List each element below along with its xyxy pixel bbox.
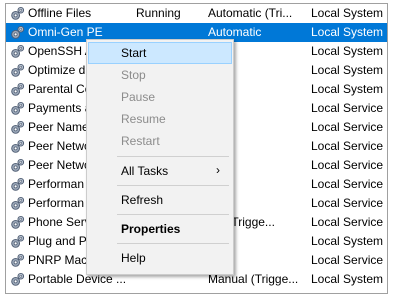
menu-item-stop-label: Stop	[121, 68, 146, 82]
menu-item-restart[interactable]: Restart	[88, 130, 232, 152]
service-log-on-as: Local System	[311, 63, 384, 77]
menu-item-refresh-label: Refresh	[121, 193, 164, 207]
menu-item-properties[interactable]: Properties	[88, 218, 232, 240]
gear-icon	[10, 158, 25, 173]
service-startup-type: Automatic (Tri...	[208, 6, 293, 20]
gear-icon	[10, 139, 25, 154]
service-startup-type: Automatic	[208, 25, 262, 39]
gear-icon	[10, 25, 25, 40]
gear-icon	[10, 82, 25, 97]
gear-icon	[10, 177, 25, 192]
gear-icon	[10, 234, 25, 249]
service-name: Omni-Gen PE	[28, 25, 103, 39]
menu-item-resume-label: Resume	[121, 112, 166, 126]
menu-separator	[117, 243, 229, 244]
menu-item-resume[interactable]: Resume	[88, 108, 232, 130]
menu-item-all-tasks-label: All Tasks	[121, 164, 169, 178]
service-log-on-as: Local System	[311, 25, 384, 39]
menu-separator	[117, 156, 229, 157]
service-log-on-as: Local System	[311, 272, 384, 286]
menu-item-properties-label: Properties	[121, 222, 181, 236]
gear-icon	[10, 253, 25, 268]
service-row[interactable]: Offline Files Running Automatic (Tri... Loc…	[6, 4, 387, 23]
gear-icon	[10, 6, 25, 21]
menu-item-start[interactable]: Start	[88, 42, 232, 64]
service-log-on-as: Local System	[311, 44, 384, 58]
menu-item-pause-label: Pause	[121, 90, 156, 104]
menu-item-stop[interactable]: Stop	[88, 64, 232, 86]
service-log-on-as: Local Service	[311, 215, 384, 229]
service-log-on-as: Local Service	[311, 177, 384, 191]
gear-icon	[10, 44, 25, 59]
service-log-on-as: Local Service	[311, 101, 384, 115]
menu-item-help[interactable]: Help	[88, 247, 232, 269]
service-log-on-as: Local Service	[311, 158, 384, 172]
service-log-on-as: Local System	[311, 6, 384, 20]
service-name: Offline Files	[28, 6, 92, 20]
chevron-right-icon: ›	[216, 163, 220, 177]
gear-icon	[10, 120, 25, 135]
gear-icon	[10, 63, 25, 78]
menu-separator	[117, 185, 229, 186]
context-menu: Start Stop Pause Resume Restart All Task…	[86, 39, 234, 275]
service-status: Running	[136, 6, 181, 20]
menu-item-start-label: Start	[121, 46, 147, 60]
service-log-on-as: Local Service	[311, 253, 384, 267]
menu-separator	[117, 214, 229, 215]
service-log-on-as: Local Service	[311, 196, 384, 210]
menu-item-refresh[interactable]: Refresh	[88, 189, 232, 211]
menu-item-pause[interactable]: Pause	[88, 86, 232, 108]
service-log-on-as: Local System	[311, 234, 384, 248]
menu-item-restart-label: Restart	[121, 134, 160, 148]
gear-icon	[10, 196, 25, 211]
gear-icon	[10, 101, 25, 116]
gear-icon	[10, 215, 25, 230]
service-log-on-as: Local Service	[311, 120, 384, 134]
menu-item-help-label: Help	[121, 251, 146, 265]
service-log-on-as: Local Service	[311, 139, 384, 153]
service-log-on-as: Local System	[311, 82, 384, 96]
menu-item-all-tasks[interactable]: All Tasks ›	[88, 160, 232, 182]
gear-icon	[10, 272, 25, 287]
